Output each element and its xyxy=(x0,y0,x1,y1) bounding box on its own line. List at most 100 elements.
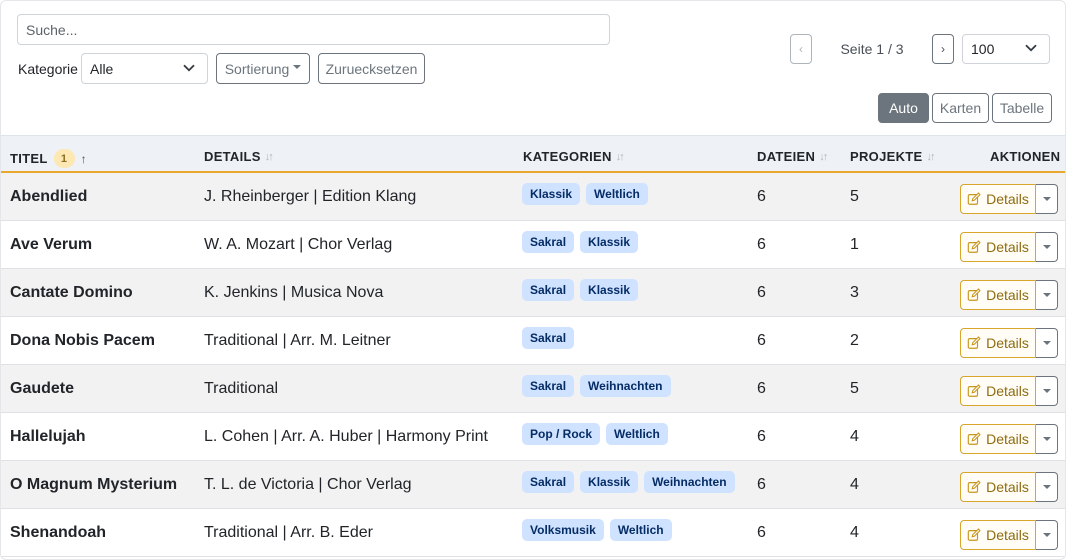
category-select-value: Alle xyxy=(90,60,114,77)
row-actions-dropdown-toggle[interactable] xyxy=(1036,472,1058,502)
view-table-button[interactable]: Tabelle xyxy=(992,93,1052,123)
next-page-button[interactable]: › xyxy=(932,34,954,64)
details-button-label: Details xyxy=(986,239,1029,255)
column-projects-label: PROJEKTE xyxy=(850,149,923,164)
column-details-label: DETAILS xyxy=(204,149,261,164)
column-header-files[interactable]: DATEIEN ↓↑ xyxy=(757,149,828,164)
table-row[interactable]: O Magnum Mysterium T. L. de Victoria | Ch… xyxy=(1,461,1065,509)
caret-down-icon xyxy=(1042,389,1051,393)
category-tag: Volksmusik xyxy=(522,518,604,541)
sort-arrows-icon: ↓↑ xyxy=(264,150,274,163)
row-title: O Magnum Mysterium xyxy=(10,475,178,493)
details-button[interactable]: Details xyxy=(960,280,1036,310)
table-row[interactable]: Dona Nobis Pacem Traditional | Arr. M. Le… xyxy=(1,317,1065,365)
library-panel: Kategorie Alle Sortierung Zuruecksetzen … xyxy=(0,0,1066,560)
details-button-label: Details xyxy=(986,383,1029,399)
details-button[interactable]: Details xyxy=(960,328,1036,358)
search-input[interactable] xyxy=(17,14,610,45)
table-row[interactable]: Ave Verum W. A. Mozart | Chor Verlag Sakra… xyxy=(1,218,1065,269)
edit-icon xyxy=(967,384,981,397)
chevron-down-icon xyxy=(1025,44,1037,52)
row-categories: Sakral Klassik xyxy=(522,218,644,265)
row-projects-count: 5 xyxy=(850,379,859,397)
category-tag: Sakral xyxy=(522,230,575,253)
edit-icon xyxy=(967,240,981,253)
table-row[interactable]: Abendlied J. Rheinberger | Edition Klang K… xyxy=(1,170,1065,221)
chevron-left-icon: ‹ xyxy=(799,42,803,56)
category-select[interactable]: Alle xyxy=(81,53,208,84)
details-button[interactable]: Details xyxy=(960,184,1036,214)
row-actions: Details xyxy=(960,184,1058,214)
row-title: Hallelujah xyxy=(10,427,86,445)
sort-ascending-icon: ↑ xyxy=(80,151,87,166)
column-header-categories[interactable]: KATEGORIEN ↓↑ xyxy=(523,149,625,164)
row-details: J. Rheinberger | Edition Klang xyxy=(204,187,417,205)
category-tag: Klassik xyxy=(580,230,639,253)
details-button-label: Details xyxy=(986,191,1029,207)
column-categories-label: KATEGORIEN xyxy=(523,149,612,164)
table-row[interactable]: Gaudete Traditional Sakral Weihnachten 6 5 Det… xyxy=(1,362,1065,413)
row-actions: Details xyxy=(960,472,1058,502)
details-button[interactable]: Details xyxy=(960,472,1036,502)
details-button-label: Details xyxy=(986,287,1029,303)
column-header-details[interactable]: DETAILS ↓↑ xyxy=(204,149,274,164)
row-files-count: 6 xyxy=(757,523,766,541)
row-actions-dropdown-toggle[interactable] xyxy=(1036,280,1058,310)
sort-dropdown-button[interactable]: Sortierung xyxy=(216,53,310,84)
caret-down-icon xyxy=(1042,293,1051,297)
sort-arrows-icon: ↓↑ xyxy=(819,150,828,163)
row-actions-dropdown-toggle[interactable] xyxy=(1036,184,1058,214)
edit-icon xyxy=(967,432,981,445)
row-projects-count: 4 xyxy=(850,475,859,493)
row-projects-count: 4 xyxy=(850,427,859,445)
row-files-count: 6 xyxy=(757,283,766,301)
category-tag: Sakral xyxy=(522,326,575,349)
edit-icon xyxy=(967,288,981,301)
row-actions-dropdown-toggle[interactable] xyxy=(1036,328,1058,358)
caret-down-icon xyxy=(1042,533,1051,537)
page-size-select[interactable]: 100 xyxy=(962,34,1050,64)
details-button[interactable]: Details xyxy=(960,232,1036,262)
category-tag: Weltlich xyxy=(609,518,672,541)
category-tag: Weltlich xyxy=(606,422,668,445)
row-actions-dropdown-toggle[interactable] xyxy=(1036,520,1058,550)
column-header-title[interactable]: TITEL 1 ↑ xyxy=(10,149,87,168)
chevron-down-icon xyxy=(183,64,195,71)
details-button-label: Details xyxy=(986,431,1029,447)
row-categories: Klassik Weltlich xyxy=(522,170,654,217)
view-auto-button[interactable]: Auto xyxy=(878,93,929,123)
row-actions-dropdown-toggle[interactable] xyxy=(1036,376,1058,406)
table-row[interactable]: Hallelujah L. Cohen | Arr. A. Huber | Har… xyxy=(1,413,1065,461)
caret-down-icon xyxy=(1042,197,1051,201)
category-tag: Weltlich xyxy=(586,182,648,205)
details-button[interactable]: Details xyxy=(960,376,1036,406)
sort-priority-badge: 1 xyxy=(53,149,75,168)
row-actions-dropdown-toggle[interactable] xyxy=(1036,232,1058,262)
category-tag: Sakral xyxy=(522,278,575,301)
previous-page-button[interactable]: ‹ xyxy=(790,34,812,64)
row-title: Shenandoah xyxy=(10,523,107,541)
details-button[interactable]: Details xyxy=(960,424,1036,454)
page-size-value: 100 xyxy=(971,41,995,57)
row-actions: Details xyxy=(960,328,1058,358)
row-details: Traditional | Arr. B. Eder xyxy=(204,523,373,541)
table-row[interactable]: Cantate Domino K. Jenkins | Musica Nova Sa… xyxy=(1,269,1065,317)
details-button[interactable]: Details xyxy=(960,520,1036,550)
category-tag: Weihnachten xyxy=(580,374,671,397)
row-actions: Details xyxy=(960,424,1058,454)
row-files-count: 6 xyxy=(757,187,766,205)
details-button-label: Details xyxy=(986,335,1029,351)
row-actions: Details xyxy=(960,376,1058,406)
view-cards-button[interactable]: Karten xyxy=(932,93,989,123)
row-actions-dropdown-toggle[interactable] xyxy=(1036,424,1058,454)
edit-icon xyxy=(967,480,981,493)
caret-down-icon xyxy=(1042,437,1051,441)
category-tag: Sakral xyxy=(522,470,575,493)
reset-button[interactable]: Zuruecksetzen xyxy=(318,53,425,84)
row-title: Dona Nobis Pacem xyxy=(10,331,155,349)
view-cards-label: Karten xyxy=(939,100,982,116)
column-header-projects[interactable]: PROJEKTE ↓↑ xyxy=(850,149,935,164)
table-row[interactable]: Shenandoah Traditional | Arr. B. Eder Volk… xyxy=(1,509,1065,557)
column-files-label: DATEIEN xyxy=(757,149,816,164)
row-categories: Sakral Weihnachten xyxy=(522,362,677,409)
